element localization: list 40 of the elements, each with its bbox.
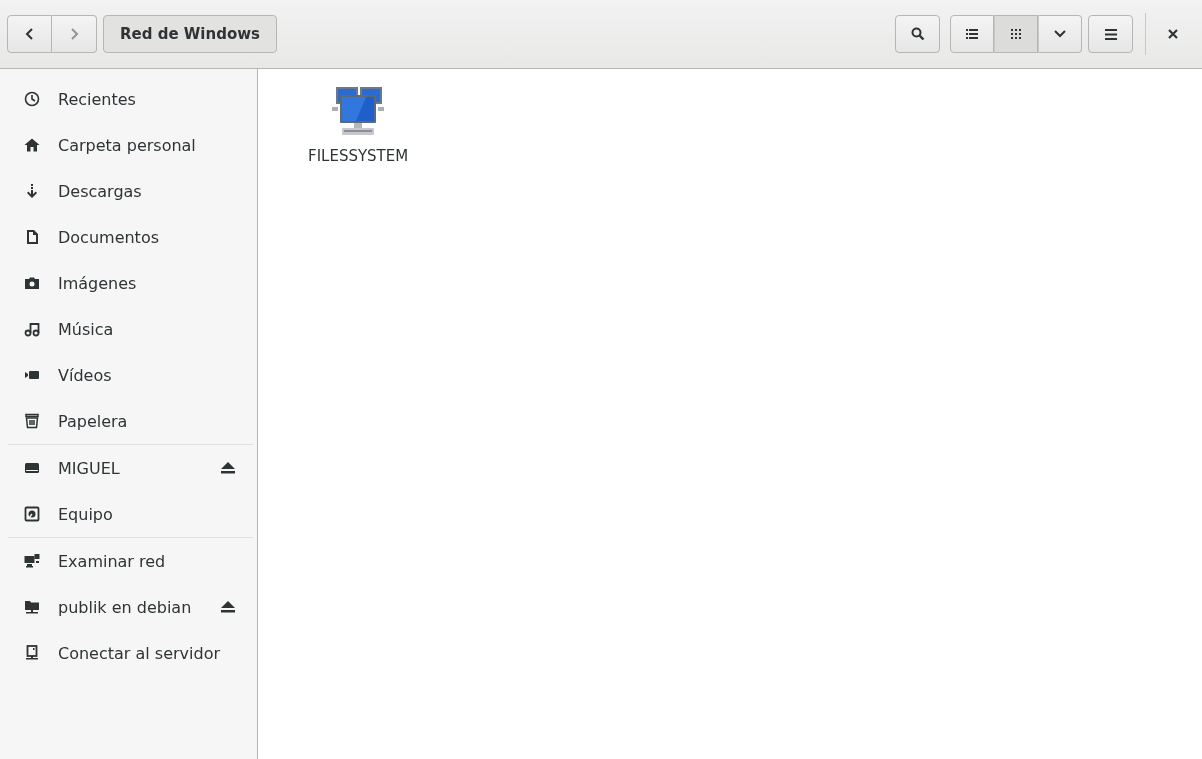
close-icon — [1168, 29, 1178, 39]
sidebar-item[interactable]: Papelera — [8, 398, 253, 444]
file-name: FILESSYSTEM — [308, 147, 409, 165]
chevron-right-icon — [68, 27, 80, 41]
trash-icon — [24, 413, 40, 429]
chevron-left-icon — [23, 27, 36, 41]
search-button[interactable] — [895, 15, 940, 53]
sidebar-item[interactable]: Recientes — [8, 76, 253, 122]
menu-button[interactable] — [1088, 15, 1133, 53]
path-button[interactable]: Red de Windows — [103, 15, 277, 53]
drive-icon — [24, 460, 40, 476]
eject-icon[interactable] — [221, 462, 235, 474]
search-icon — [910, 27, 925, 41]
caret-icon — [1054, 30, 1066, 38]
menu-icon — [1104, 28, 1117, 40]
sidebar-item[interactable]: Imágenes — [8, 260, 253, 306]
list-icon — [966, 29, 978, 39]
camera-icon — [24, 275, 40, 291]
home-icon — [24, 137, 40, 153]
sidebar-item[interactable]: Equipo — [8, 491, 253, 537]
document-icon — [24, 229, 40, 245]
list-view-button[interactable] — [950, 15, 994, 53]
sidebar-item[interactable]: Música — [8, 306, 253, 352]
network-icon — [24, 553, 40, 569]
sidebar-item[interactable]: publik en debian — [8, 584, 253, 630]
share-icon — [24, 599, 40, 615]
sidebar-item[interactable]: Carpeta personal — [8, 122, 253, 168]
sidebar-item[interactable]: Vídeos — [8, 352, 253, 398]
grid-view-button[interactable] — [994, 15, 1038, 53]
grid-icon — [1010, 28, 1022, 40]
recent-icon — [24, 91, 40, 107]
music-icon — [24, 321, 40, 337]
sidebar-item[interactable]: Documentos — [8, 214, 253, 260]
download-icon — [24, 183, 40, 199]
server-icon — [24, 645, 40, 661]
sidebar-item[interactable]: Conectar al servidor — [8, 630, 253, 676]
eject-icon[interactable] — [221, 601, 235, 613]
sidebar-item[interactable]: Examinar red — [8, 538, 253, 584]
sidebar-item[interactable]: Descargas — [8, 168, 253, 214]
sidebar-item[interactable]: MIGUEL — [8, 445, 253, 491]
